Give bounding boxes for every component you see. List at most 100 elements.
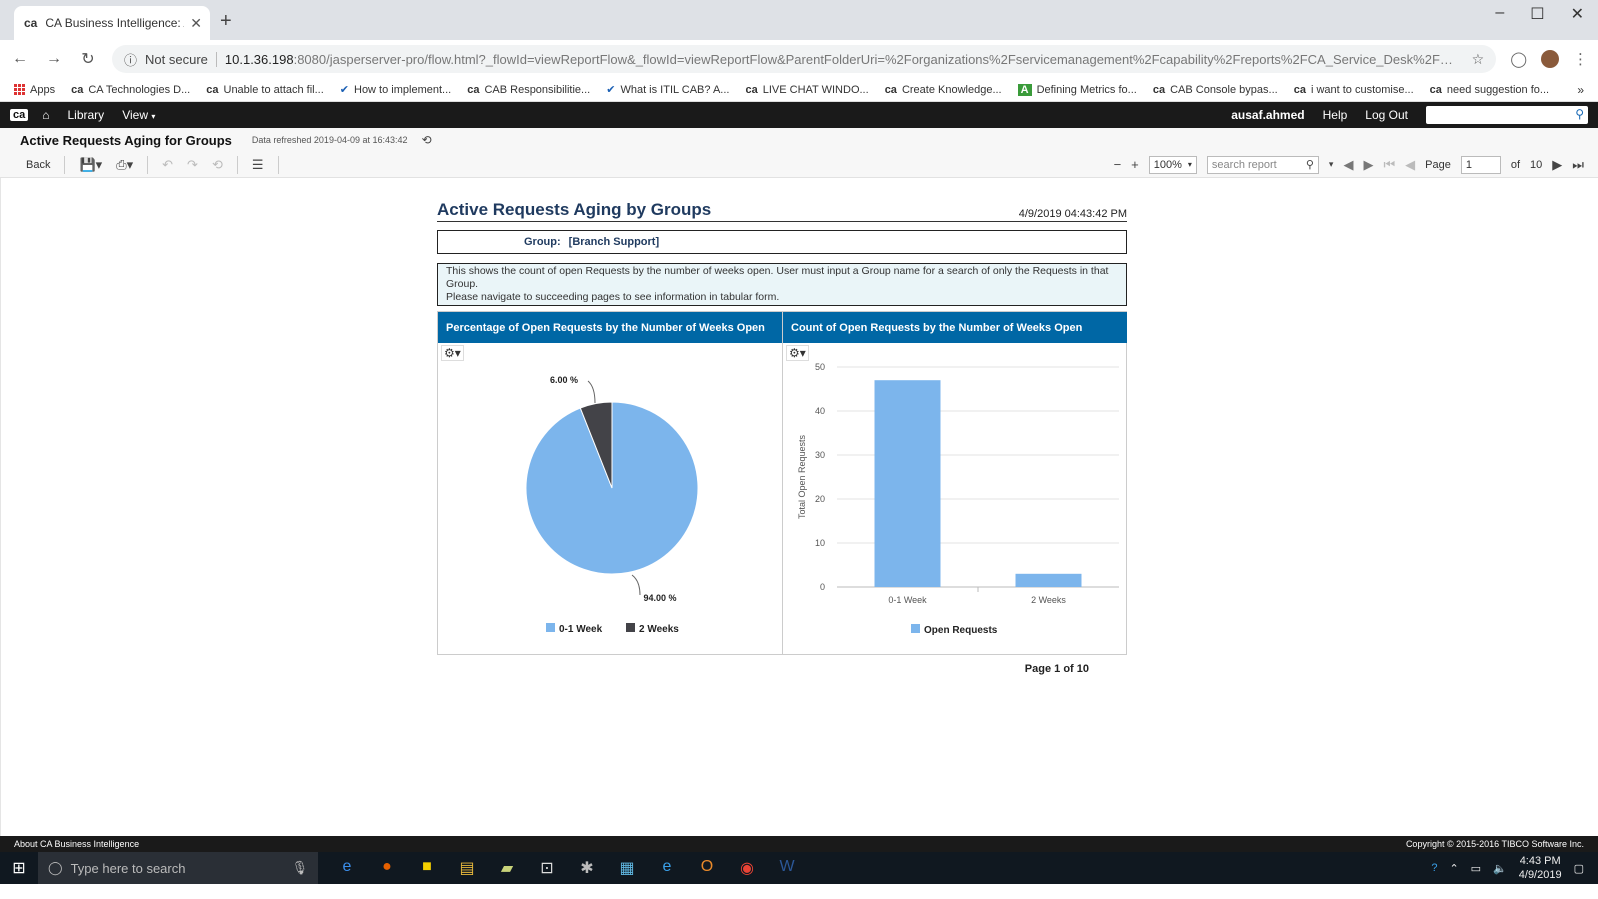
sticky-notes-icon[interactable]: ■ — [416, 858, 438, 878]
legend-entry[interactable]: Open Requests — [924, 625, 998, 636]
search-report-input[interactable]: search report ⚲ — [1206, 155, 1319, 174]
reload-icon[interactable]: ↻ — [78, 49, 98, 69]
search-next-icon[interactable]: ▶ — [1363, 157, 1373, 173]
charts-row: Percentage of Open Requests by the Numbe… — [437, 311, 1127, 655]
file-explorer-icon[interactable]: ▤ — [456, 858, 478, 878]
search-icon[interactable]: ⚲ — [1575, 107, 1584, 121]
bookmark-item[interactable]: ca Unable to attach fil... — [206, 84, 324, 96]
refresh-icon[interactable]: ⟲ — [422, 133, 432, 147]
undo-icon[interactable]: ↶ — [162, 157, 173, 173]
y-axis-label: Total Open Requests — [797, 434, 807, 519]
microphone-icon[interactable]: 🎙 — [291, 860, 308, 876]
bar[interactable] — [874, 380, 941, 587]
not-secure-label: Not secure — [145, 51, 217, 67]
close-window-icon[interactable]: ✕ — [1571, 4, 1584, 24]
bookmark-apps[interactable]: Apps — [14, 84, 55, 96]
close-tab-icon[interactable]: ✕ — [190, 15, 202, 32]
legend-swatch — [546, 623, 555, 632]
notifications-icon[interactable]: ▢ — [1574, 862, 1584, 875]
back-arrow-icon[interactable]: ← — [10, 50, 30, 68]
global-search-input[interactable]: ⚲ — [1426, 106, 1588, 124]
outlook-icon[interactable]: O — [696, 858, 718, 878]
bookmark-item[interactable]: ca Create Knowledge... — [885, 84, 1002, 96]
next-page-icon[interactable]: ▶ — [1552, 157, 1562, 173]
previous-page-icon[interactable]: ◀ — [1405, 157, 1415, 173]
app-grid-icon[interactable]: ▦ — [616, 858, 638, 878]
export-icon[interactable]: ⎙▾ — [116, 157, 133, 173]
bookmark-item[interactable]: A Defining Metrics fo... — [1017, 83, 1137, 96]
system-clock[interactable]: 4:43 PM 4/9/2019 — [1519, 854, 1562, 882]
edge-icon[interactable]: e — [336, 858, 358, 878]
search-icon[interactable]: ⚲ — [1306, 158, 1314, 171]
pie-data-label: 94.00 % — [643, 593, 676, 603]
report-options-icon[interactable]: ☰ — [252, 157, 264, 173]
bookmark-item[interactable]: ca need suggestion fo... — [1430, 84, 1549, 96]
help-tray-icon[interactable]: ? — [1431, 862, 1437, 874]
network-icon[interactable]: ▭ — [1471, 862, 1481, 875]
windows-start-icon[interactable]: ⊞ — [0, 858, 38, 878]
url-path: :8080/jasperserver-pro/flow.html?_flowId… — [293, 51, 1464, 67]
x-tick-label: 0-1 Week — [888, 595, 927, 605]
store-icon[interactable]: ⊡ — [536, 858, 558, 878]
last-page-icon[interactable]: ⏭ — [1572, 157, 1584, 173]
browser-tab[interactable]: ca CA Business Intelligence: Active R ✕ — [14, 6, 210, 40]
profile-avatar[interactable] — [1541, 50, 1559, 68]
internet-explorer-icon[interactable]: e — [656, 858, 678, 878]
bookmark-item[interactable]: ca CAB Console bypas... — [1153, 84, 1278, 96]
ca-icon: ca — [467, 83, 480, 96]
about-link[interactable]: About CA Business Intelligence — [14, 839, 139, 849]
page-number-input[interactable]: 1 — [1460, 155, 1501, 174]
notes-app-icon[interactable]: ▰ — [496, 858, 518, 878]
zoom-in-icon[interactable]: + — [1131, 157, 1139, 172]
chevron-up-icon[interactable]: ⌃ — [1449, 862, 1458, 875]
maximize-icon[interactable]: ☐ — [1530, 4, 1544, 24]
redo-icon[interactable]: ↷ — [187, 157, 198, 173]
zoom-select[interactable]: 100% ▾ — [1148, 155, 1197, 174]
search-previous-icon[interactable]: ◀ — [1343, 157, 1353, 173]
taskbar-search-input[interactable]: ◯ Type here to search 🎙 — [38, 852, 318, 884]
extension-icon[interactable]: ◯ — [1510, 50, 1527, 68]
address-bar[interactable]: ⓘ Not secure 10.1.36.198:8080/jasperserv… — [112, 45, 1497, 73]
forward-arrow-icon[interactable]: → — [44, 50, 64, 68]
bookmark-item[interactable]: ca CA Technologies D... — [71, 84, 190, 96]
more-bookmarks-icon[interactable]: » — [1577, 83, 1584, 97]
word-icon[interactable]: W — [776, 858, 798, 878]
browser-tab-strip: ca CA Business Intelligence: Active R ✕ … — [0, 0, 1598, 40]
bookmark-star-icon[interactable]: ☆ — [1472, 51, 1485, 68]
info-icon[interactable]: ⓘ — [124, 50, 137, 69]
minimize-icon[interactable]: – — [1495, 4, 1504, 24]
help-link[interactable]: Help — [1323, 108, 1348, 122]
ca-logo[interactable]: ca — [10, 109, 29, 121]
caret-down-icon: ▾ — [151, 112, 156, 121]
volume-icon[interactable]: 🔈 — [1493, 862, 1507, 875]
kebab-menu-icon[interactable]: ⋮ — [1573, 50, 1588, 68]
bar[interactable] — [1015, 573, 1082, 587]
zoom-out-icon[interactable]: − — [1114, 157, 1122, 172]
chrome-icon[interactable]: ◉ — [736, 858, 758, 878]
home-icon[interactable]: ⌂ — [42, 108, 49, 122]
bookmark-item[interactable]: ca i want to customise... — [1294, 84, 1414, 96]
logout-link[interactable]: Log Out — [1365, 108, 1408, 122]
legend-entry[interactable]: 2 Weeks — [639, 624, 679, 635]
gear-icon[interactable]: ⚙▾ — [441, 345, 464, 361]
pie-chart-title: Percentage of Open Requests by the Numbe… — [438, 312, 782, 343]
search-options-icon[interactable]: ▾ — [1329, 159, 1334, 170]
bookmark-item[interactable]: ca LIVE CHAT WINDO... — [745, 84, 868, 96]
gear-icon[interactable]: ⚙▾ — [786, 345, 809, 361]
y-tick-label: 40 — [815, 406, 825, 416]
bookmark-item[interactable]: ✔ What is ITIL CAB? A... — [606, 83, 729, 97]
first-page-icon[interactable]: ⏮ — [1383, 157, 1395, 173]
new-tab-button[interactable]: + — [220, 10, 232, 33]
back-button[interactable]: Back — [26, 159, 50, 171]
bookmark-item[interactable]: ca CAB Responsibilitie... — [467, 84, 590, 96]
library-menu[interactable]: Library — [68, 108, 105, 122]
save-icon[interactable]: 💾▾ — [79, 157, 102, 173]
bookmarks-bar: Apps ca CA Technologies D... ca Unable to … — [0, 78, 1598, 102]
legend-entry[interactable]: 0-1 Week — [559, 624, 603, 635]
username[interactable]: ausaf.ahmed — [1231, 108, 1304, 122]
undo-all-icon[interactable]: ⟲ — [212, 157, 223, 173]
view-menu[interactable]: View ▾ — [122, 108, 155, 122]
bookmark-item[interactable]: ✔ How to implement... — [340, 83, 451, 97]
firefox-icon[interactable]: ● — [376, 858, 398, 878]
network-tool-icon[interactable]: ✱ — [576, 858, 598, 878]
